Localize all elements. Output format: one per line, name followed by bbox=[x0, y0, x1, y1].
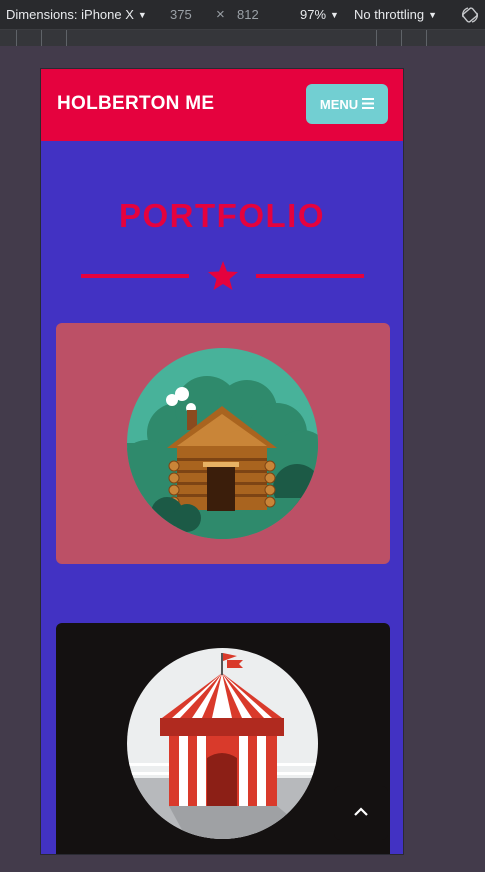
throttling-dropdown[interactable]: No throttling ▼ bbox=[354, 7, 437, 22]
section-title: PORTFOLIO bbox=[119, 197, 325, 234]
device-dropdown[interactable]: Dimensions: iPhone X ▼ bbox=[6, 7, 147, 22]
hamburger-icon bbox=[362, 97, 375, 112]
width-input[interactable]: 375 bbox=[170, 7, 192, 22]
divider-line-right bbox=[256, 274, 364, 278]
zoom-dropdown[interactable]: 97% ▼ bbox=[300, 7, 339, 22]
back-to-top-button[interactable] bbox=[334, 786, 388, 840]
device-label: Dimensions: iPhone X bbox=[6, 7, 134, 22]
cabin-icon bbox=[127, 348, 318, 539]
chevron-up-icon bbox=[353, 804, 369, 822]
devtools-device-toolbar: Dimensions: iPhone X ▼ 375 × 812 97% ▼ N… bbox=[0, 0, 485, 30]
site-logo[interactable]: HOLBERTON ME bbox=[57, 93, 214, 115]
height-input[interactable]: 812 bbox=[237, 7, 259, 22]
caret-down-icon: ▼ bbox=[137, 9, 147, 20]
site-header: HOLBERTON ME MENU bbox=[41, 69, 403, 141]
portfolio-card-cabin[interactable] bbox=[56, 323, 390, 564]
rotate-icon[interactable] bbox=[460, 5, 480, 28]
caret-down-icon: ▼ bbox=[330, 9, 339, 20]
zoom-label: 97% bbox=[300, 7, 327, 22]
media-query-ruler bbox=[0, 30, 485, 46]
circus-tent-icon bbox=[127, 648, 318, 839]
star-icon bbox=[206, 259, 240, 298]
menu-button[interactable]: MENU bbox=[306, 84, 388, 124]
device-viewport: HOLBERTON ME MENU PORTFOLIO bbox=[40, 68, 404, 855]
caret-down-icon: ▼ bbox=[428, 9, 438, 20]
throttling-label: No throttling bbox=[354, 7, 425, 22]
divider-line-left bbox=[81, 274, 189, 278]
menu-label: MENU bbox=[319, 96, 359, 112]
times-icon: × bbox=[216, 6, 225, 23]
